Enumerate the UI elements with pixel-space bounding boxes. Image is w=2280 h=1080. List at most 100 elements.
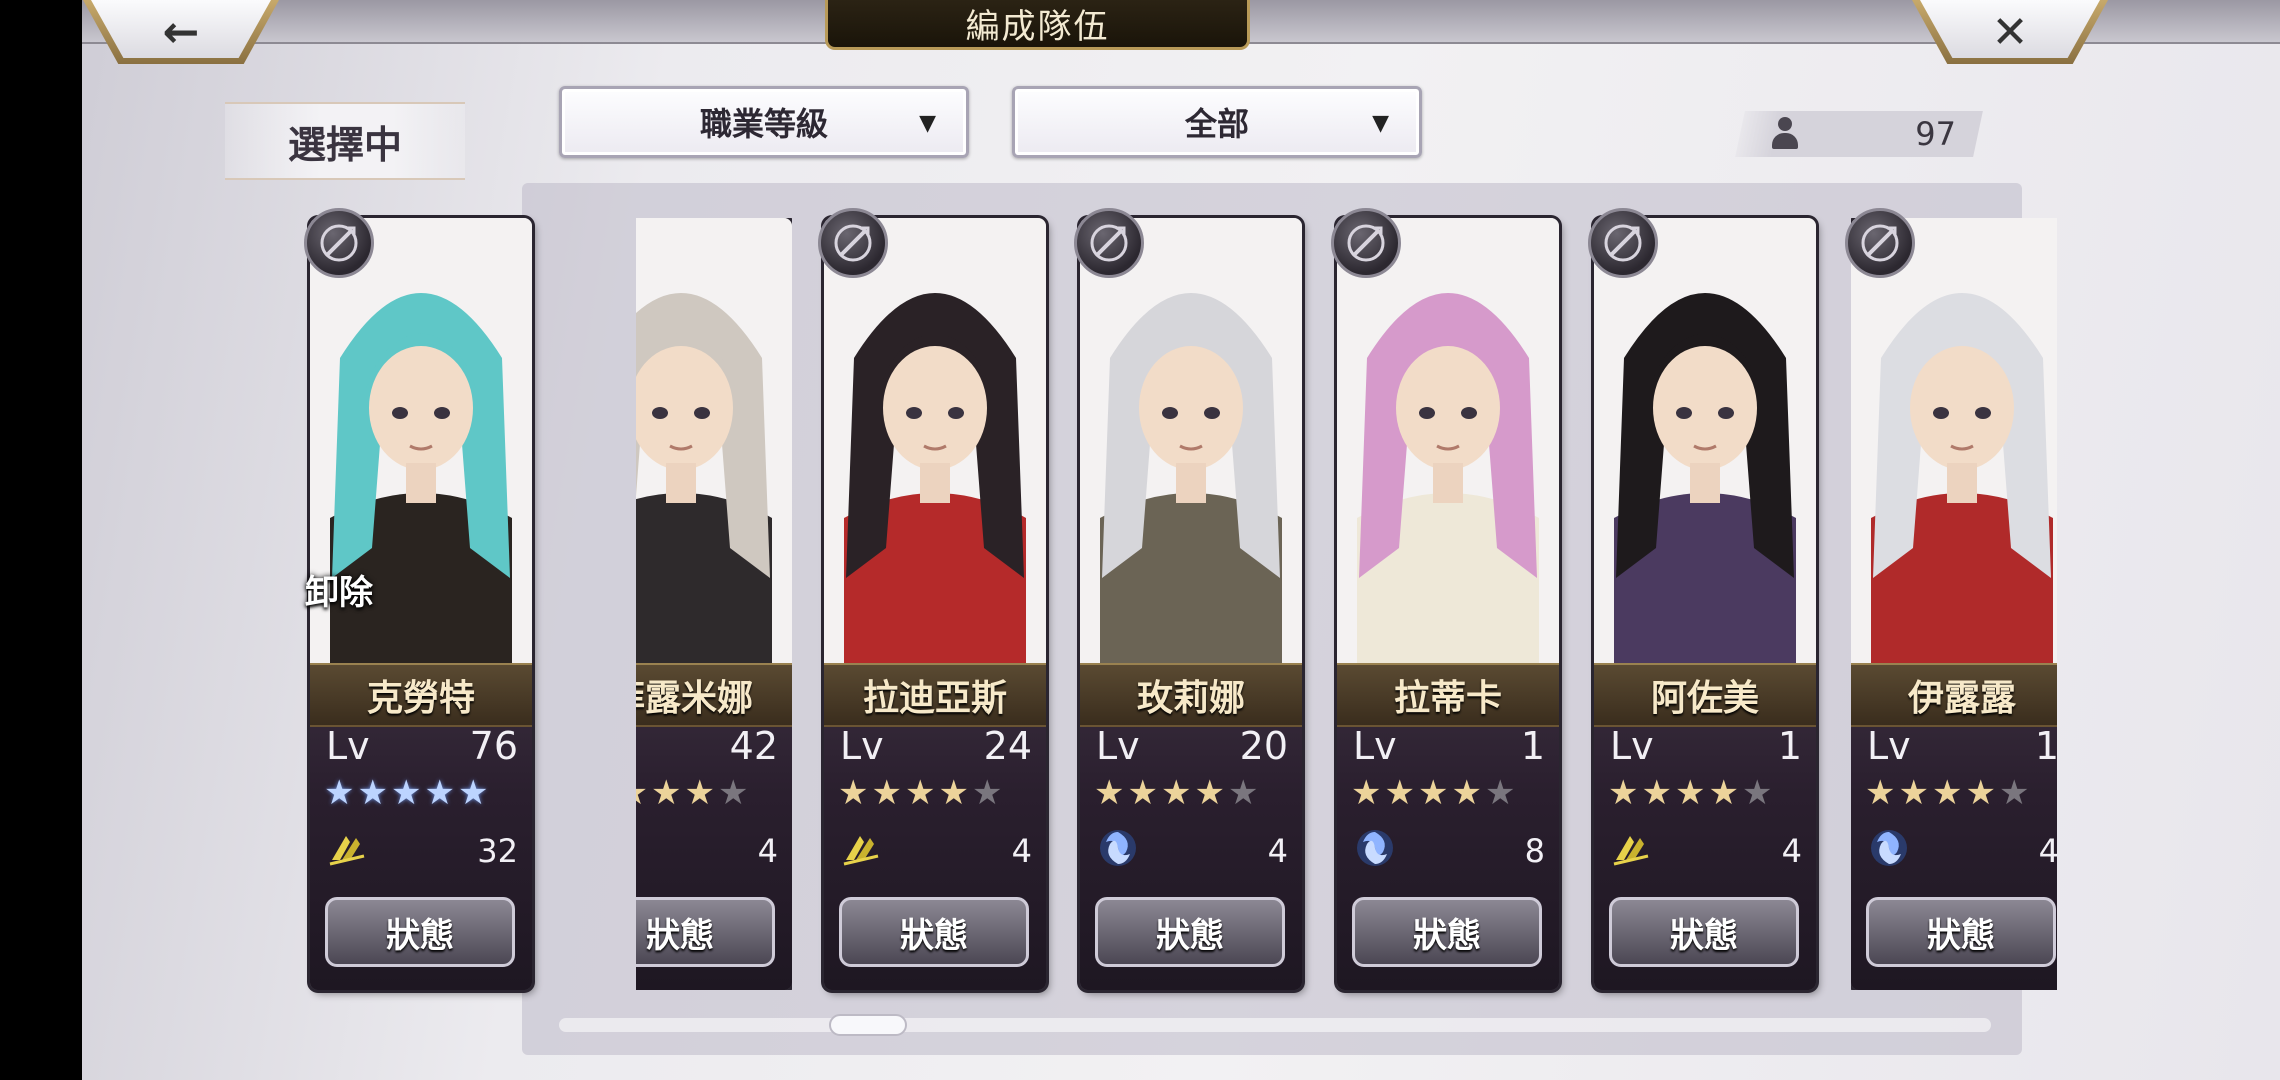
- character-name-bar: 阿佐美: [1594, 663, 1816, 727]
- star-empty-icon: ★: [971, 773, 1003, 813]
- star-filled-icon: ★: [1931, 773, 1963, 813]
- level-value: 1: [1520, 724, 1545, 768]
- star-filled-icon: ★: [1127, 773, 1158, 813]
- rarity-stars: ★★★★★: [1865, 776, 2029, 810]
- status-button-label: 狀態: [646, 915, 714, 956]
- level-value: 76: [469, 724, 518, 768]
- water-element-icon: [1353, 826, 1397, 870]
- star-empty-icon: ★: [1998, 773, 2030, 813]
- wind-element-icon: [840, 826, 884, 870]
- character-card[interactable]: 阿佐美 Lv 1 ★ ★ ★ ★ ★ 4 狀態: [1594, 218, 1816, 990]
- star-filled-icon: ★: [390, 773, 422, 813]
- level-value: 1: [2034, 724, 2059, 768]
- unit-count-value: 97: [1915, 115, 1956, 153]
- status-button[interactable]: 狀態: [1866, 897, 2056, 967]
- element-count: 4: [1267, 832, 1288, 870]
- unit-count: 97: [1740, 111, 1978, 157]
- chevron-down-icon: ▼: [1372, 111, 1389, 136]
- status-button[interactable]: 狀態: [1609, 897, 1799, 967]
- scrollbar-track[interactable]: [559, 1018, 1991, 1032]
- star-filled-icon: ★: [871, 773, 902, 813]
- star-filled-icon: ★: [1674, 773, 1706, 813]
- star-filled-icon: ★: [1708, 773, 1739, 813]
- star-empty-icon: ★: [1227, 773, 1259, 813]
- wind-element-icon: [1610, 826, 1654, 870]
- character-name-bar: 拉蒂卡: [1337, 663, 1559, 727]
- status-button-label: 狀態: [1927, 915, 1995, 956]
- level-label: Lv: [1867, 724, 1911, 768]
- star-filled-icon: ★: [1965, 773, 1996, 813]
- star-filled-icon: ★: [324, 773, 355, 813]
- fist-icon: [1074, 208, 1144, 278]
- katana-icon: [1588, 208, 1658, 278]
- star-filled-icon: ★: [684, 773, 715, 813]
- star-filled-icon: ★: [650, 773, 682, 813]
- star-filled-icon: ★: [1451, 773, 1482, 813]
- level-value: 1: [1777, 724, 1802, 768]
- star-filled-icon: ★: [457, 773, 489, 813]
- star-filled-icon: ★: [1608, 773, 1639, 813]
- rarity-stars: ★★★★★: [838, 776, 1002, 810]
- character-name-bar: 克勞特: [310, 663, 532, 727]
- rarity-stars: ★★★★★: [1351, 776, 1515, 810]
- character-portrait: [824, 218, 1046, 663]
- character-card[interactable]: 玫莉娜 Lv 20 ★ ★ ★ ★ ★ 4 狀態: [1080, 218, 1302, 990]
- star-filled-icon: ★: [424, 773, 455, 813]
- element-count: 4: [757, 832, 778, 870]
- character-portrait: [1594, 218, 1816, 663]
- back-arrow-icon: ←: [162, 6, 200, 58]
- character-name: 拉迪亞斯: [862, 678, 1007, 719]
- level-value: 20: [1239, 724, 1288, 768]
- character-card[interactable]: 拉迪亞斯 Lv 24 ★ ★ ★ ★ ★ 4 狀態: [824, 218, 1046, 990]
- level-value: 24: [983, 724, 1032, 768]
- rarity-stars: ★★★★★: [1608, 776, 1772, 810]
- character-name: 阿佐美: [1650, 678, 1759, 719]
- element-count: 32: [477, 832, 518, 870]
- level-label: Lv: [1096, 724, 1140, 768]
- character-name: 克勞特: [366, 678, 475, 719]
- level-label: Lv: [326, 724, 370, 768]
- star-filled-icon: ★: [1641, 773, 1672, 813]
- category-filter-dropdown[interactable]: 全部 ▼: [1012, 86, 1422, 158]
- character-card[interactable]: 伊露露 Lv 1 ★ ★ ★ ★ ★ 4 狀態: [1851, 218, 2059, 990]
- unequip-label[interactable]: 卸除: [305, 565, 373, 614]
- star-filled-icon: ★: [1194, 773, 1225, 813]
- character-name-bar: 玫莉娜: [1080, 663, 1302, 727]
- selected-label-text: 選擇中: [287, 122, 402, 167]
- star-filled-icon: ★: [1384, 773, 1415, 813]
- status-button[interactable]: 狀態: [1352, 897, 1542, 967]
- star-filled-icon: ★: [1160, 773, 1192, 813]
- staff-icon: [1331, 208, 1401, 278]
- character-name-bar: 拉迪亞斯: [824, 663, 1046, 727]
- star-empty-icon: ★: [1741, 773, 1773, 813]
- selected-label: 選擇中: [225, 102, 465, 180]
- level-label: Lv: [840, 724, 884, 768]
- scrollbar-thumb[interactable]: [829, 1014, 907, 1036]
- character-name: 拉蒂卡: [1393, 678, 1502, 719]
- category-filter-label: 全部: [1184, 105, 1249, 143]
- person-icon: [1770, 117, 1800, 151]
- status-button[interactable]: 狀態: [1095, 897, 1285, 967]
- star-filled-icon: ★: [1898, 773, 1929, 813]
- star-filled-icon: ★: [357, 773, 388, 813]
- star-filled-icon: ★: [1417, 773, 1449, 813]
- character-name: 伊露露: [1907, 678, 2016, 719]
- element-count: 4: [2038, 832, 2059, 870]
- job-level-sort-dropdown[interactable]: 職業等級 ▼: [559, 86, 969, 158]
- page-title-text: 編成隊伍: [965, 7, 1110, 47]
- status-button-label: 狀態: [900, 915, 968, 956]
- character-portrait: [1851, 218, 2057, 663]
- star-filled-icon: ★: [838, 773, 869, 813]
- character-portrait: [1337, 218, 1559, 663]
- character-card[interactable]: 拉蒂卡 Lv 1 ★ ★ ★ ★ ★ 8 狀態: [1337, 218, 1559, 990]
- status-button-label: 狀態: [1413, 915, 1481, 956]
- status-button-label: 狀態: [1156, 915, 1224, 956]
- star-empty-icon: ★: [717, 773, 749, 813]
- sword-icon: [818, 208, 888, 278]
- status-button[interactable]: 狀態: [839, 897, 1029, 967]
- status-button[interactable]: 狀態: [325, 897, 515, 967]
- star-filled-icon: ★: [1351, 773, 1382, 813]
- star-empty-icon: ★: [1484, 773, 1516, 813]
- element-count: 4: [1781, 832, 1802, 870]
- rarity-stars: ★★★★★: [1094, 776, 1258, 810]
